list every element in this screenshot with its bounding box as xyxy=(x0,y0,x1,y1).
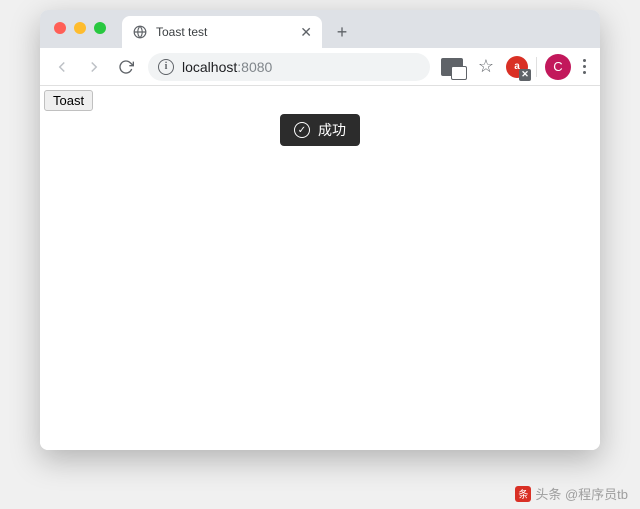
tab-strip: Toast test ✕ + xyxy=(40,10,600,48)
window-controls xyxy=(54,22,106,34)
toast-message: 成功 xyxy=(318,120,346,140)
toolbar-actions: ☆ a C xyxy=(438,53,592,81)
maximize-window-button[interactable] xyxy=(94,22,106,34)
browser-window: Toast test ✕ + i localhost:8080 ☆ a C xyxy=(40,10,600,450)
tab-title: Toast test xyxy=(156,25,292,39)
close-tab-icon[interactable]: ✕ xyxy=(300,24,312,41)
kebab-menu-icon[interactable] xyxy=(577,59,592,74)
back-button[interactable] xyxy=(48,53,76,81)
browser-tab[interactable]: Toast test ✕ xyxy=(122,16,322,48)
new-tab-button[interactable]: + xyxy=(328,18,356,46)
toast-trigger-button[interactable]: Toast xyxy=(44,90,93,111)
separator xyxy=(536,57,537,77)
bookmark-star-icon[interactable]: ☆ xyxy=(472,53,500,81)
check-circle-icon: ✓ xyxy=(294,122,310,138)
watermark-text: 头条 @程序员tb xyxy=(535,484,628,503)
url-text: localhost:8080 xyxy=(182,59,272,75)
toast-notification: ✓ 成功 xyxy=(280,114,360,146)
profile-avatar[interactable]: C xyxy=(545,54,571,80)
forward-button[interactable] xyxy=(80,53,108,81)
site-info-icon[interactable]: i xyxy=(158,59,174,75)
watermark-logo-icon: 条 xyxy=(515,486,531,502)
url-port: :8080 xyxy=(237,59,272,75)
address-bar[interactable]: i localhost:8080 xyxy=(148,53,430,81)
url-host: localhost xyxy=(182,59,237,75)
page-content: Toast ✓ 成功 xyxy=(40,86,600,450)
reload-button[interactable] xyxy=(112,53,140,81)
toolbar: i localhost:8080 ☆ a C xyxy=(40,48,600,86)
minimize-window-button[interactable] xyxy=(74,22,86,34)
extension-badge[interactable]: a xyxy=(506,56,528,78)
translate-icon[interactable] xyxy=(438,53,466,81)
watermark: 条 头条 @程序员tb xyxy=(515,484,628,503)
globe-icon xyxy=(132,24,148,40)
close-window-button[interactable] xyxy=(54,22,66,34)
